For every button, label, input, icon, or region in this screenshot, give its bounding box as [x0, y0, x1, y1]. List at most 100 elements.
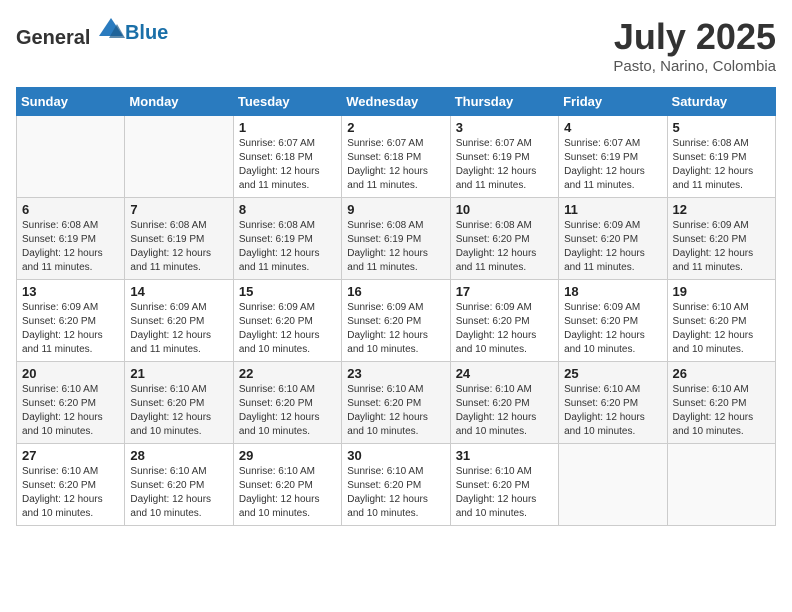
calendar-cell: 3Sunrise: 6:07 AM Sunset: 6:19 PM Daylig… [450, 116, 558, 198]
calendar-cell: 28 Sunrise: 6:10 AM Sunset: 6:20 PM Dayli… [125, 444, 233, 526]
day-info: Sunrise: 6:07 AM Sunset: 6:19 PM Dayligh… [456, 137, 553, 193]
day-info: Sunrise: 6:08 AM Sunset: 6:20 PM Dayligh… [456, 219, 553, 275]
calendar-cell: 19Sunrise: 6:10 AM Sunset: 6:20 PM Dayli… [667, 280, 775, 362]
calendar-cell: 25Sunrise: 6:10 AM Sunset: 6:20 PM Dayli… [559, 362, 667, 444]
day-number: 17 [456, 284, 553, 299]
calendar-cell: 16 Sunrise: 6:09 AM Sunset: 6:20 PM Dayli… [342, 280, 450, 362]
day-number: 5 [673, 120, 770, 135]
day-info: Sunrise: 6:09 AM Sunset: 6:20 PM Dayligh… [22, 301, 119, 357]
calendar-table: SundayMondayTuesdayWednesdayThursdayFrid… [16, 87, 776, 526]
subtitle: Pasto, Narino, Colombia [613, 58, 776, 75]
day-number: 6 [22, 202, 119, 217]
calendar-cell: 18 Sunrise: 6:09 AM Sunset: 6:20 PM Dayli… [559, 280, 667, 362]
calendar-cell: 23Sunrise: 6:10 AM Sunset: 6:20 PM Dayli… [342, 362, 450, 444]
calendar-cell: 17 Sunrise: 6:09 AM Sunset: 6:20 PM Dayli… [450, 280, 558, 362]
day-info: Sunrise: 6:09 AM Sunset: 6:20 PM Dayligh… [673, 219, 770, 275]
day-info: Sunrise: 6:09 AM Sunset: 6:20 PM Dayligh… [564, 219, 661, 275]
day-number: 9 [347, 202, 444, 217]
calendar-day-header: Saturday [667, 88, 775, 116]
day-info: Sunrise: 6:10 AM Sunset: 6:20 PM Dayligh… [456, 465, 553, 521]
day-number: 30 [347, 448, 444, 463]
page-header: General Blue July 2025 Pasto, Narino, Co… [16, 16, 776, 75]
calendar-cell: 13 Sunrise: 6:09 AM Sunset: 6:20 PM Dayli… [17, 280, 125, 362]
calendar-week-row: 20 Sunrise: 6:10 AM Sunset: 6:20 PM Dayli… [17, 362, 776, 444]
day-info: Sunrise: 6:10 AM Sunset: 6:20 PM Dayligh… [673, 383, 770, 439]
day-number: 19 [673, 284, 770, 299]
day-info: Sunrise: 6:09 AM Sunset: 6:20 PM Dayligh… [456, 301, 553, 357]
calendar-day-header: Monday [125, 88, 233, 116]
calendar-day-header: Tuesday [233, 88, 341, 116]
day-info: Sunrise: 6:08 AM Sunset: 6:19 PM Dayligh… [347, 219, 444, 275]
day-info: Sunrise: 6:10 AM Sunset: 6:20 PM Dayligh… [347, 383, 444, 439]
day-info: Sunrise: 6:10 AM Sunset: 6:20 PM Dayligh… [22, 465, 119, 521]
day-number: 21 [130, 366, 227, 381]
day-info: Sunrise: 6:10 AM Sunset: 6:20 PM Dayligh… [130, 383, 227, 439]
logo-icon [97, 16, 125, 44]
day-number: 4 [564, 120, 661, 135]
calendar-cell: 7 Sunrise: 6:08 AM Sunset: 6:19 PM Daylig… [125, 198, 233, 280]
calendar-cell [667, 444, 775, 526]
calendar-cell [125, 116, 233, 198]
day-info: Sunrise: 6:08 AM Sunset: 6:19 PM Dayligh… [239, 219, 336, 275]
day-info: Sunrise: 6:10 AM Sunset: 6:20 PM Dayligh… [22, 383, 119, 439]
day-number: 15 [239, 284, 336, 299]
calendar-cell: 2 Sunrise: 6:07 AM Sunset: 6:18 PM Daylig… [342, 116, 450, 198]
day-number: 7 [130, 202, 227, 217]
day-info: Sunrise: 6:10 AM Sunset: 6:20 PM Dayligh… [239, 383, 336, 439]
day-number: 28 [130, 448, 227, 463]
logo: General Blue [16, 16, 168, 50]
calendar-cell [559, 444, 667, 526]
title-block: July 2025 Pasto, Narino, Colombia [613, 16, 776, 75]
day-info: Sunrise: 6:10 AM Sunset: 6:20 PM Dayligh… [347, 465, 444, 521]
day-number: 11 [564, 202, 661, 217]
calendar-cell: 6 Sunrise: 6:08 AM Sunset: 6:19 PM Daylig… [17, 198, 125, 280]
calendar-day-header: Wednesday [342, 88, 450, 116]
day-number: 12 [673, 202, 770, 217]
calendar-cell: 20 Sunrise: 6:10 AM Sunset: 6:20 PM Dayli… [17, 362, 125, 444]
calendar-cell: 14 Sunrise: 6:09 AM Sunset: 6:20 PM Dayli… [125, 280, 233, 362]
day-info: Sunrise: 6:09 AM Sunset: 6:20 PM Dayligh… [564, 301, 661, 357]
calendar-week-row: 27 Sunrise: 6:10 AM Sunset: 6:20 PM Dayli… [17, 444, 776, 526]
day-number: 22 [239, 366, 336, 381]
calendar-cell: 9 Sunrise: 6:08 AM Sunset: 6:19 PM Daylig… [342, 198, 450, 280]
day-info: Sunrise: 6:07 AM Sunset: 6:19 PM Dayligh… [564, 137, 661, 193]
day-number: 16 [347, 284, 444, 299]
calendar-cell: 5Sunrise: 6:08 AM Sunset: 6:19 PM Daylig… [667, 116, 775, 198]
day-info: Sunrise: 6:08 AM Sunset: 6:19 PM Dayligh… [130, 219, 227, 275]
day-number: 8 [239, 202, 336, 217]
calendar-cell: 30 Sunrise: 6:10 AM Sunset: 6:20 PM Dayli… [342, 444, 450, 526]
calendar-week-row: 6 Sunrise: 6:08 AM Sunset: 6:19 PM Daylig… [17, 198, 776, 280]
calendar-cell: 12 Sunrise: 6:09 AM Sunset: 6:20 PM Dayli… [667, 198, 775, 280]
calendar-day-header: Thursday [450, 88, 558, 116]
day-number: 25 [564, 366, 661, 381]
logo-blue: Blue [125, 22, 168, 44]
calendar-cell [17, 116, 125, 198]
day-number: 24 [456, 366, 553, 381]
day-info: Sunrise: 6:08 AM Sunset: 6:19 PM Dayligh… [22, 219, 119, 275]
calendar-cell: 10Sunrise: 6:08 AM Sunset: 6:20 PM Dayli… [450, 198, 558, 280]
calendar-cell: 26Sunrise: 6:10 AM Sunset: 6:20 PM Dayli… [667, 362, 775, 444]
day-info: Sunrise: 6:09 AM Sunset: 6:20 PM Dayligh… [239, 301, 336, 357]
day-info: Sunrise: 6:10 AM Sunset: 6:20 PM Dayligh… [130, 465, 227, 521]
day-info: Sunrise: 6:09 AM Sunset: 6:20 PM Dayligh… [347, 301, 444, 357]
day-number: 1 [239, 120, 336, 135]
calendar-week-row: 13 Sunrise: 6:09 AM Sunset: 6:20 PM Dayli… [17, 280, 776, 362]
day-number: 2 [347, 120, 444, 135]
calendar-cell: 24Sunrise: 6:10 AM Sunset: 6:20 PM Dayli… [450, 362, 558, 444]
day-info: Sunrise: 6:07 AM Sunset: 6:18 PM Dayligh… [239, 137, 336, 193]
day-number: 14 [130, 284, 227, 299]
calendar-cell: 8 Sunrise: 6:08 AM Sunset: 6:19 PM Daylig… [233, 198, 341, 280]
day-number: 20 [22, 366, 119, 381]
day-info: Sunrise: 6:07 AM Sunset: 6:18 PM Dayligh… [347, 137, 444, 193]
calendar-cell: 31 Sunrise: 6:10 AM Sunset: 6:20 PM Dayli… [450, 444, 558, 526]
day-number: 13 [22, 284, 119, 299]
calendar-cell: 21 Sunrise: 6:10 AM Sunset: 6:20 PM Dayli… [125, 362, 233, 444]
day-number: 18 [564, 284, 661, 299]
day-number: 27 [22, 448, 119, 463]
day-info: Sunrise: 6:09 AM Sunset: 6:20 PM Dayligh… [130, 301, 227, 357]
calendar-cell: 27 Sunrise: 6:10 AM Sunset: 6:20 PM Dayli… [17, 444, 125, 526]
calendar-header-row: SundayMondayTuesdayWednesdayThursdayFrid… [17, 88, 776, 116]
day-number: 31 [456, 448, 553, 463]
calendar-cell: 15 Sunrise: 6:09 AM Sunset: 6:20 PM Dayli… [233, 280, 341, 362]
calendar-cell: 1 Sunrise: 6:07 AM Sunset: 6:18 PM Daylig… [233, 116, 341, 198]
